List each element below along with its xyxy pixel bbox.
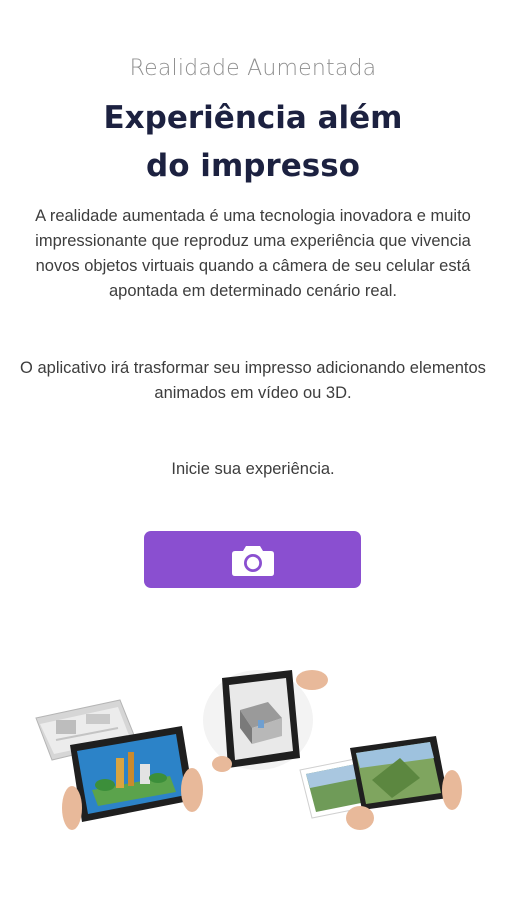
camera-button[interactable] <box>144 531 361 588</box>
title-line-2: do impresso <box>146 148 360 184</box>
intro-paragraph: A realidade aumentada é uma tecnologia i… <box>35 207 471 300</box>
page-title: Experiência além do impresso <box>0 94 506 190</box>
cta-text: Inicie sua experiência. <box>171 460 335 478</box>
app-description: O aplicativo irá trasformar seu impresso… <box>20 359 486 402</box>
title-line-1: Experiência além <box>103 100 403 136</box>
right-tablet-image <box>299 736 462 830</box>
ar-tablets-illustration <box>35 670 462 830</box>
center-tablet-image <box>203 670 328 772</box>
camera-icon <box>231 545 274 576</box>
app-subtitle: Realidade Aumentada <box>129 56 377 81</box>
